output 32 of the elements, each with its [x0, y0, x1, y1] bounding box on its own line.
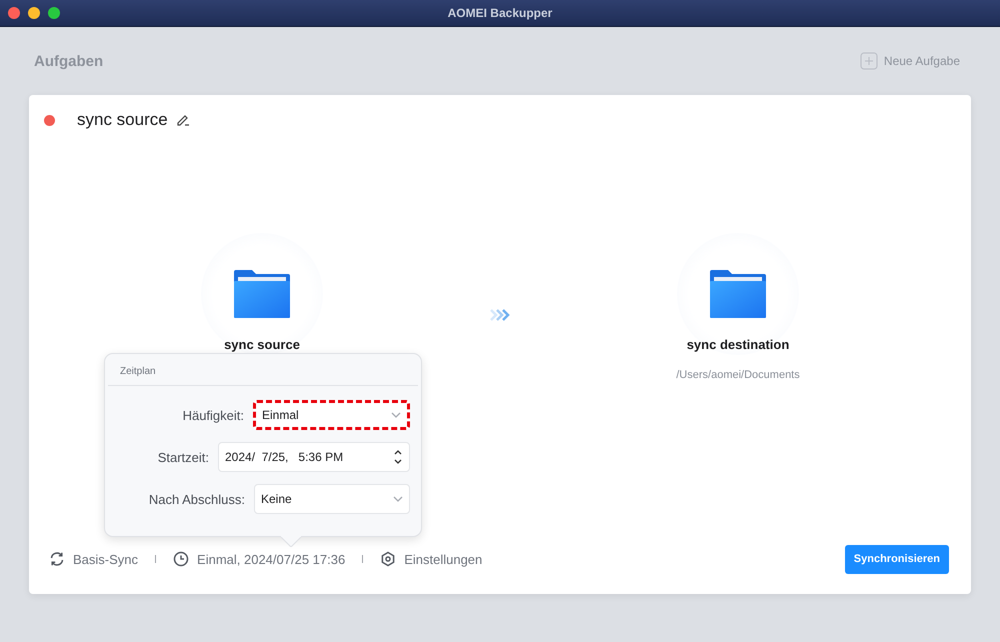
chevrons-right-icon: [489, 308, 511, 322]
sync-mode-link[interactable]: Basis-Sync: [73, 552, 138, 566]
settings-link[interactable]: Einstellungen: [404, 552, 482, 566]
source-label: sync source: [224, 337, 300, 352]
clock-icon: [173, 551, 190, 567]
pencil-icon[interactable]: [176, 113, 190, 127]
schedule-link[interactable]: Einmal, 2024/07/25 17:36: [197, 552, 346, 566]
folder-icon: [234, 270, 290, 318]
field-label: Startzeit:: [158, 450, 209, 464]
stepper-icon[interactable]: [393, 448, 403, 466]
task-name: sync source: [77, 110, 168, 130]
page-title: Aufgaben: [34, 52, 104, 70]
popover-title: Zeitplan: [108, 354, 418, 386]
datetime-field[interactable]: 2024/ 7/25, 5:36 PM: [218, 442, 410, 472]
close-button[interactable]: [8, 7, 20, 19]
synchronize-button[interactable]: Synchronisieren: [844, 544, 949, 574]
chevron-down-icon: [391, 410, 401, 420]
maximize-button[interactable]: [48, 7, 60, 19]
status-dot: [44, 114, 55, 126]
plus-icon: [860, 52, 878, 70]
window-title: AOMEI Backupper: [446, 6, 554, 20]
field-label: Nach Abschluss:: [148, 492, 245, 506]
field-label: Häufigkeit:: [182, 408, 244, 422]
destination-label: sync destination: [686, 337, 790, 352]
select-field[interactable]: Keine: [254, 484, 410, 514]
destination-path: /Users/aomei/Documents: [676, 369, 800, 381]
folder-icon: [710, 270, 766, 318]
select-field[interactable]: Einmal: [253, 400, 410, 430]
chevron-down-icon: [393, 494, 403, 504]
minimize-button[interactable]: [28, 7, 40, 19]
sync-icon: [49, 551, 65, 567]
settings-icon: [380, 551, 396, 567]
